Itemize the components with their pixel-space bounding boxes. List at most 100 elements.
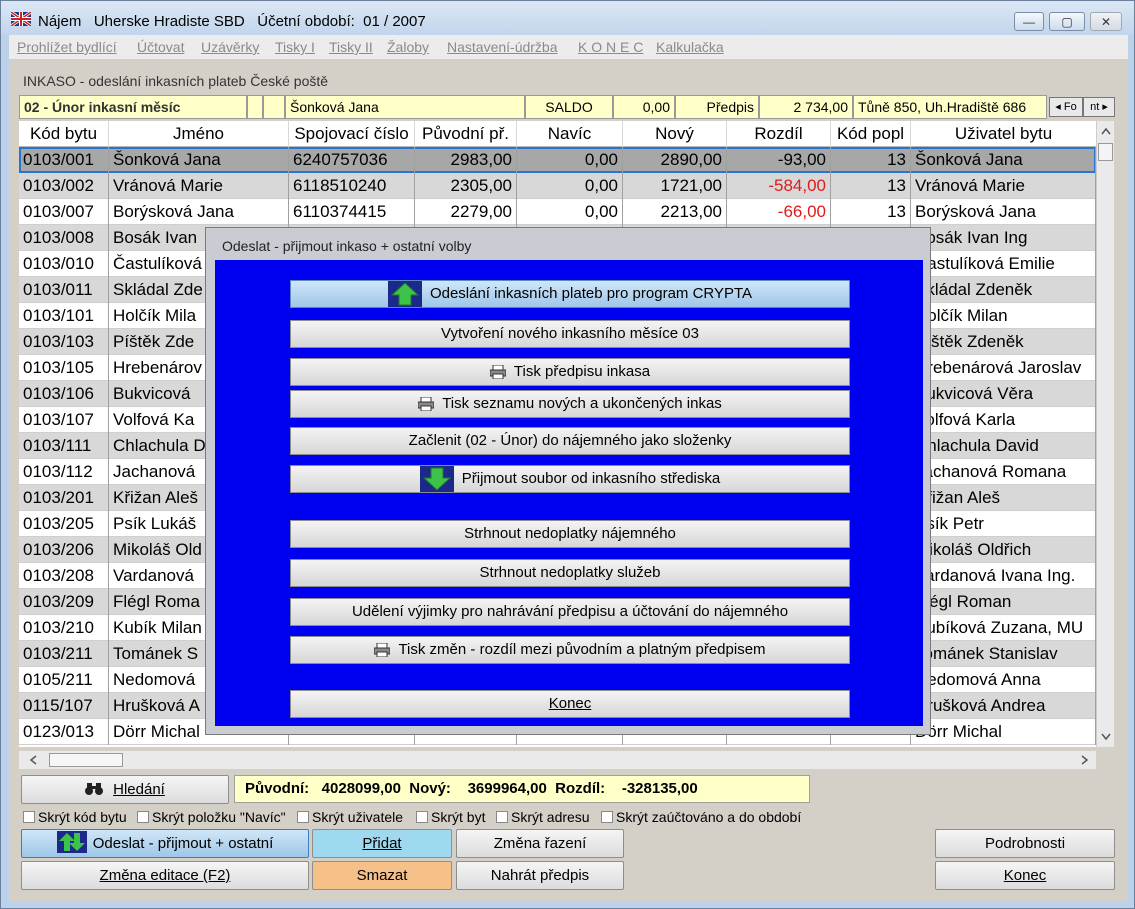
menu-uzaverky[interactable]: Uzávěrky	[201, 39, 259, 55]
cell-rozdil: -584,00	[727, 173, 831, 199]
cell-novy: 1721,00	[623, 173, 727, 199]
cell-spojovaci-cislo: 6240757036	[289, 147, 415, 173]
printer-icon	[374, 643, 391, 658]
app-flag-icon	[11, 12, 31, 26]
close-icon: ✕	[1100, 14, 1112, 29]
col-navic[interactable]: Navíc	[517, 121, 623, 147]
cell-kod-bytu: 0103/106	[19, 381, 109, 407]
col-rozdil[interactable]: Rozdíl	[727, 121, 831, 147]
hide-user-checkbox[interactable]: Skrýt uživatele	[297, 809, 403, 825]
totals-summary: Původní: 4028099,00 Nový: 3699964,00 Roz…	[234, 775, 810, 803]
cell-puvodni: 2983,00	[415, 147, 517, 173]
details-button[interactable]: Podrobnosti	[935, 829, 1115, 858]
close-button[interactable]: ✕	[1090, 12, 1122, 31]
hide-address-checkbox[interactable]: Skrýt adresu	[496, 809, 590, 825]
col-jmeno[interactable]: Jméno	[109, 121, 289, 147]
print-predpis-button[interactable]: Tisk předpisu inkasa	[290, 358, 850, 386]
edit-mode-button[interactable]: Změna editace (F2)	[21, 861, 309, 890]
hide-flat-checkbox[interactable]: Skrýt byt	[416, 809, 485, 825]
vertical-scrollbar[interactable]	[1096, 121, 1114, 747]
cell-uzivatel: Častulíková Emilie	[911, 251, 1096, 277]
col-kod-bytu[interactable]: Kód bytu	[19, 121, 109, 147]
address-field: Tůně 850, Uh.Hradiště 686	[853, 95, 1047, 119]
col-puvodni[interactable]: Původní př.	[415, 121, 517, 147]
saldo-label: SALDO	[525, 95, 613, 119]
dialog-body: Odeslání inkasních plateb pro program CR…	[215, 260, 923, 726]
cell-novy: 2213,00	[623, 199, 727, 225]
grant-exception-button[interactable]: Udělení výjimky pro nahrávání předpisu a…	[290, 598, 850, 626]
cell-navic: 0,00	[517, 173, 623, 199]
sort-button[interactable]: Změna řazení	[456, 829, 624, 858]
receive-file-label: Přijmout soubor od inkasního střediska	[461, 470, 721, 487]
info-spacer-2	[263, 95, 285, 119]
cell-kod-bytu: 0103/001	[19, 147, 109, 173]
col-kod-popl[interactable]: Kód popl	[831, 121, 911, 147]
maximize-button[interactable]: ▢	[1049, 12, 1085, 31]
print-list-label: Tisk seznamu nových a ukončených inkas	[442, 395, 722, 412]
cell-uzivatel: Kubíková Zuzana, MU	[911, 615, 1096, 641]
add-button[interactable]: Přidat	[312, 829, 452, 858]
print-list-button[interactable]: Tisk seznamu nových a ukončených inkas	[290, 390, 850, 418]
col-novy[interactable]: Nový	[623, 121, 727, 147]
table-row[interactable]: 0103/001 Šonková Jana 6240757036 2983,00 0,0…	[19, 147, 1096, 173]
load-predpis-button[interactable]: Nahrát předpis	[456, 861, 624, 890]
predpis-value: 2 734,00	[759, 95, 853, 119]
binoculars-icon	[85, 783, 104, 795]
scroll-down-icon[interactable]	[1101, 733, 1111, 741]
send-receive-button[interactable]: Odeslat - přijmout + ostatní	[21, 829, 309, 858]
cell-uzivatel: Vránová Marie	[911, 173, 1096, 199]
cell-jmeno: Šonková Jana	[109, 147, 289, 173]
scroll-left-icon[interactable]	[29, 755, 37, 765]
minimize-icon: —	[1023, 14, 1035, 29]
col-uzivatel[interactable]: Uživatel bytu	[911, 121, 1096, 147]
print-changes-button[interactable]: Tisk změn - rozdíl mezi původním a platn…	[290, 636, 850, 664]
crypta-send-button[interactable]: Odeslání inkasních plateb pro program CR…	[290, 280, 850, 308]
cell-kod-bytu: 0105/211	[19, 667, 109, 693]
receive-file-button[interactable]: Přijmout soubor od inkasního střediska	[290, 465, 850, 493]
cell-puvodni: 2279,00	[415, 199, 517, 225]
minimize-button[interactable]: —	[1014, 12, 1044, 31]
menu-prohlizet[interactable]: Prohlížet bydlící	[17, 39, 117, 55]
send-receive-dialog: Odeslat - přijmout inkaso + ostatní volb…	[205, 227, 931, 735]
table-header: Kód bytu Jméno Spojovací číslo Původní p…	[19, 121, 1096, 147]
crypta-send-label: Odeslání inkasních plateb pro program CR…	[429, 285, 753, 302]
scroll-right-icon[interactable]	[1081, 755, 1089, 765]
menu-zaloby[interactable]: Žaloby	[387, 39, 429, 55]
menu-kalkulacka[interactable]: Kalkulačka	[656, 39, 724, 55]
hide-posted-checkbox[interactable]: Skrýt zaúčtováno a do období	[601, 809, 801, 825]
cell-uzivatel: Hrušková Andrea	[911, 693, 1096, 719]
include-month-button[interactable]: Začlenit (02 - Únor) do nájemného jako s…	[290, 427, 850, 455]
font-prev-button[interactable]: ◂ Fo	[1049, 97, 1083, 117]
menu-nastaveni[interactable]: Nastavení-údržba	[447, 39, 558, 55]
delete-button[interactable]: Smazat	[312, 861, 452, 890]
predpis-label: Předpis	[675, 95, 759, 119]
menu-tisky-2[interactable]: Tisky II	[329, 39, 373, 55]
new-month-button[interactable]: Vytvoření nového inkasního měsíce 03	[290, 320, 850, 348]
deduct-services-label: Strhnout nedoplatky služeb	[479, 564, 661, 581]
dialog-close-button[interactable]: Konec	[290, 690, 850, 718]
hide-code-checkbox[interactable]: Skrýt kód bytu	[23, 809, 127, 825]
table-row[interactable]: 0103/002 Vránová Marie 6118510240 2305,00 0,…	[19, 173, 1096, 199]
new-month-label: Vytvoření nového inkasního měsíce 03	[441, 325, 699, 342]
cell-kod-bytu: 0103/210	[19, 615, 109, 641]
hide-extra-checkbox[interactable]: Skrýt položku "Navíc"	[137, 809, 286, 825]
search-button[interactable]: Hledání	[21, 775, 229, 804]
menu-konec[interactable]: K O N E C	[578, 39, 643, 55]
col-spojovaci-cislo[interactable]: Spojovací číslo	[289, 121, 415, 147]
table-row[interactable]: 0103/007 Borýsková Jana 6110374415 2279,00 0…	[19, 199, 1096, 225]
deduct-services-arrears-button[interactable]: Strhnout nedoplatky služeb	[290, 559, 850, 587]
menu-tisky-1[interactable]: Tisky I	[275, 39, 315, 55]
horizontal-scroll-thumb[interactable]	[49, 753, 123, 767]
scroll-up-icon[interactable]	[1101, 127, 1111, 135]
cell-uzivatel: Vardanová Ivana Ing.	[911, 563, 1096, 589]
menu-uctovat[interactable]: Účtovat	[137, 39, 184, 55]
deduct-rent-arrears-button[interactable]: Strhnout nedoplatky nájemného	[290, 520, 850, 548]
vertical-scroll-thumb[interactable]	[1098, 143, 1113, 161]
exit-button[interactable]: Konec	[935, 861, 1115, 890]
font-next-button[interactable]: nt ▸	[1083, 97, 1115, 117]
horizontal-scrollbar[interactable]	[19, 751, 1096, 769]
cell-uzivatel: Volfová Karla	[911, 407, 1096, 433]
month-field[interactable]: 02 - Únor inkasní měsíc	[19, 95, 247, 119]
cell-uzivatel: Píštěk Zdeněk	[911, 329, 1096, 355]
cell-uzivatel: Nedomová Anna	[911, 667, 1096, 693]
